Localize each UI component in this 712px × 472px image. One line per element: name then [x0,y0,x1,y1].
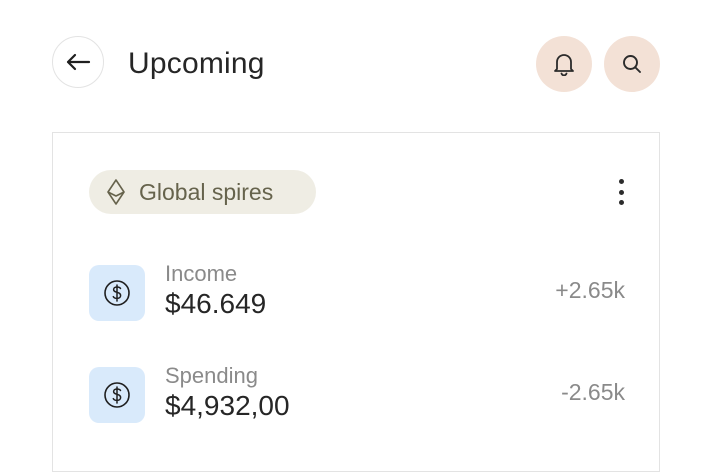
dollar-circle-icon [104,280,130,306]
income-change: +2.65k [555,277,625,303]
bell-icon [554,54,574,76]
search-icon [623,55,641,73]
transaction-row-income[interactable]: Income $46.649 +2.65k [89,261,625,325]
chip-label: Global spires [139,178,274,205]
transaction-row-spending[interactable]: Spending $4,932,00 -2.65k [89,363,625,427]
more-vertical-icon [618,179,624,184]
upcoming-card: Global spires Income $46.649 +2.65k Spen… [52,132,660,472]
income-amount: $46.649 [165,288,267,319]
spending-amount: $4,932,00 [165,390,290,421]
arrow-left-icon [66,53,91,71]
search-button[interactable] [604,36,660,92]
notifications-button[interactable] [536,36,592,92]
spending-change: -2.65k [561,379,625,405]
spending-icon-box [89,367,145,423]
back-button[interactable] [52,36,104,88]
spending-label: Spending [165,363,258,388]
wallet-chip[interactable]: Global spires [89,170,316,214]
income-label: Income [165,261,238,286]
ethereum-icon [107,179,125,205]
income-icon-box [89,265,145,321]
dollar-circle-icon [104,382,130,408]
more-options-button[interactable] [609,175,633,209]
page-title: Upcoming [128,47,265,80]
